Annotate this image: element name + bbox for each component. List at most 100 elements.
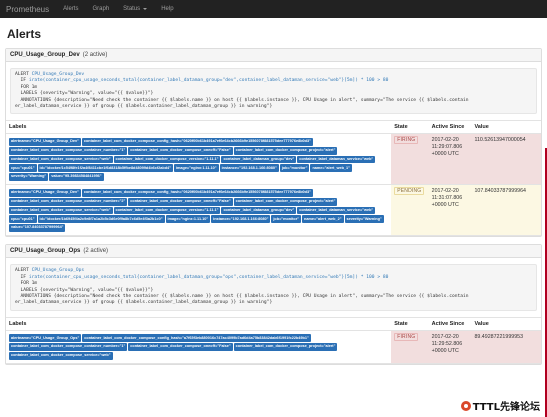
nav-help[interactable]: Help — [161, 6, 173, 12]
rule-keyword: ANNOTATIONS {description="Need check the… — [15, 294, 469, 300]
labels-cell: alertname="CPU_Usage_Group_Dev" container… — [6, 133, 392, 186]
label-chip: name="alert_web_1" — [310, 164, 352, 173]
label-chip: container_label_dataman_group="dev" — [221, 206, 297, 215]
label-chip: id="/docker/1b6945f4a2c9e8f7a1a2b5c3d6e0… — [37, 215, 165, 224]
label-chip: image="nginx:1.11.10" — [173, 164, 219, 173]
rule-line: er_label_dataman_service }} of group {{ … — [15, 104, 532, 110]
alert-group-count: (2 active) — [82, 52, 108, 58]
alert-row: alertname="CPU_Usage_Group_Dev" container… — [6, 184, 541, 237]
labels-header: Labels — [6, 316, 392, 331]
alert-groups: CPU_Usage_Group_Dev (2 active) ALERT CPU_U… — [5, 48, 542, 366]
nav-label: Status — [123, 6, 141, 12]
label-chip: container_label_com_docker_compose_confi… — [82, 334, 311, 343]
active-since-line: +0000 UTC — [431, 202, 459, 209]
active-since-cell: 2017-02-20 11:29:52.806 +0000 UTC — [428, 330, 472, 365]
rule-link[interactable]: CPU_Usage_Group_Dev — [32, 72, 85, 77]
value-cell: 110.52613947000054 — [471, 133, 541, 186]
state-cell: PENDING — [391, 184, 429, 237]
rule-link[interactable]: irate(container_cpu_usage_seconds_total{… — [29, 78, 389, 83]
label-chip: container_label_dataman_service="web" — [297, 155, 376, 164]
rule-keyword: ALERT — [15, 268, 32, 274]
label-chip: severity="Warning" — [9, 173, 49, 181]
top-navbar: Prometheus Alerts Graph Status Help — [0, 0, 547, 18]
alert-rule-definition: ALERT CPU_Usage_Group_Ops IF irate(conta… — [10, 264, 537, 311]
state-header: State — [391, 120, 429, 135]
label-chips: alertname="CPU_Usage_Group_Ops" container… — [9, 334, 388, 360]
rule-link[interactable]: CPU_Usage_Group_Ops — [32, 268, 85, 273]
label-chip: container_label_com_docker_compose_versi… — [113, 206, 221, 215]
brand-link[interactable]: Prometheus — [6, 5, 49, 14]
watermark-logo-icon — [460, 400, 471, 411]
label-chip: container_label_com_docker_compose_proje… — [233, 197, 338, 206]
label-chip: severity="Warning" — [344, 215, 384, 224]
alert-group-name[interactable]: CPU_Usage_Group_Ops — [10, 248, 80, 254]
active-since-line: 2017-02-20 — [431, 137, 459, 144]
active-since-line: 11:31:07.806 — [431, 195, 463, 202]
label-chip: container_label_com_docker_compose_confi… — [81, 137, 313, 146]
label-chip: container_label_dataman_group="dev" — [221, 155, 297, 164]
label-chip: container_label_com_docker_compose_proje… — [233, 146, 338, 155]
labels-cell: alertname="CPU_Usage_Group_Dev" container… — [6, 184, 392, 237]
rule-keyword: IF — [15, 78, 29, 84]
labels-cell: alertname="CPU_Usage_Group_Ops" container… — [6, 330, 392, 365]
value-cell: 107.84033787999964 — [471, 184, 541, 237]
active-since-header: Active Since — [428, 120, 472, 135]
rule-keyword: FOR 1m — [15, 84, 38, 90]
label-chip: container_label_com_docker_compose_conta… — [9, 343, 128, 351]
label-chip: value="95.39834584841956" — [49, 173, 104, 181]
label-chip: job="monitor" — [279, 164, 310, 173]
state-badge: FIRING — [394, 332, 419, 341]
alert-rule-definition: ALERT CPU_Usage_Group_Dev IF irate(conta… — [10, 68, 537, 115]
watermark-text: TTTL先锋论坛 — [472, 402, 540, 413]
value-cell: 89.49287221999953 — [471, 330, 541, 365]
alert-group-header[interactable]: CPU_Usage_Group_Dev (2 active) — [6, 49, 541, 62]
active-since-line: 2017-02-20 — [431, 333, 459, 340]
active-since-line: +0000 UTC — [431, 151, 459, 158]
label-chip: alertname="CPU_Usage_Group_Ops" — [9, 334, 82, 343]
label-chip: container_label_dataman_service="web" — [297, 206, 376, 215]
state-cell: FIRING — [391, 133, 429, 186]
rule-keyword: LABELS {severity="Warning", value="{{ $v… — [15, 287, 154, 293]
alert-group-header[interactable]: CPU_Usage_Group_Ops (2 active) — [6, 245, 541, 259]
rule-keyword: er_label_dataman_service }} of group {{ … — [15, 104, 273, 110]
label-chip: job="monitor" — [271, 215, 302, 224]
alert-row: alertname="CPU_Usage_Group_Dev" container… — [6, 133, 541, 186]
active-since-line: 2017-02-20 — [431, 188, 459, 195]
state-badge: PENDING — [394, 187, 425, 196]
nav-label: Help — [161, 6, 174, 12]
label-chip: cpu="cpu01" — [9, 164, 37, 173]
label-chip: container_label_com_docker_compose_versi… — [113, 155, 221, 164]
rule-link[interactable]: irate(container_cpu_usage_seconds_total{… — [29, 275, 389, 280]
alerts-table: Labels State Active Since Value alertname="C… — [6, 316, 541, 365]
active-since-line: 11:29:07.806 — [431, 144, 463, 151]
label-chip: container_label_com_docker_compose_conta… — [9, 197, 128, 206]
nav-graph[interactable]: Graph — [92, 6, 109, 12]
nav-status-dropdown[interactable]: Status — [123, 6, 148, 12]
label-chip: container_label_com_docker_compose_servi… — [9, 206, 113, 215]
nav-label: Alerts — [63, 6, 79, 12]
rule-keyword: er_label_dataman_service }} of group {{ … — [15, 300, 273, 306]
label-chip: name="alert_web_2" — [302, 215, 344, 224]
alert-row: alertname="CPU_Usage_Group_Ops" container… — [6, 330, 541, 365]
label-chip: id="/docker/1c5498fe1f2a4f8411cbe1f6d831… — [37, 164, 173, 173]
label-chip: container_label_com_docker_compose_servi… — [9, 351, 113, 360]
label-chip: alertname="CPU_Usage_Group_Dev" — [9, 137, 81, 146]
label-chips: alertname="CPU_Usage_Group_Dev" container… — [9, 137, 388, 181]
label-chip: container_label_com_docker_compose_oneof… — [128, 197, 233, 206]
active-since-line: +0000 UTC — [431, 347, 459, 354]
rule-keyword: ALERT — [15, 72, 32, 77]
caret-down-icon — [143, 8, 148, 10]
label-chip: image="nginx:1.11.10" — [165, 215, 211, 224]
watermark: TTTL先锋论坛 — [457, 397, 543, 414]
page-content: Alerts CPU_Usage_Group_Dev (2 active) ALER… — [0, 27, 547, 366]
nav-alerts[interactable]: Alerts — [63, 6, 78, 12]
label-chip: instance="192.168.1.166:8080" — [219, 164, 279, 173]
state-header: State — [391, 316, 429, 331]
alert-group-panel: CPU_Usage_Group_Ops (2 active) ALERT CPU_U… — [5, 244, 542, 366]
alerts-table: Labels State Active Since Value alertname="C… — [6, 120, 541, 237]
state-cell: FIRING — [391, 330, 429, 365]
label-chip: cpu="cpu01" — [9, 215, 37, 224]
rule-line: er_label_dataman_service }} of group {{ … — [15, 300, 532, 306]
active-since-line: 11:29:52.806 — [431, 340, 463, 347]
alert-group-name[interactable]: CPU_Usage_Group_Dev — [10, 52, 80, 58]
